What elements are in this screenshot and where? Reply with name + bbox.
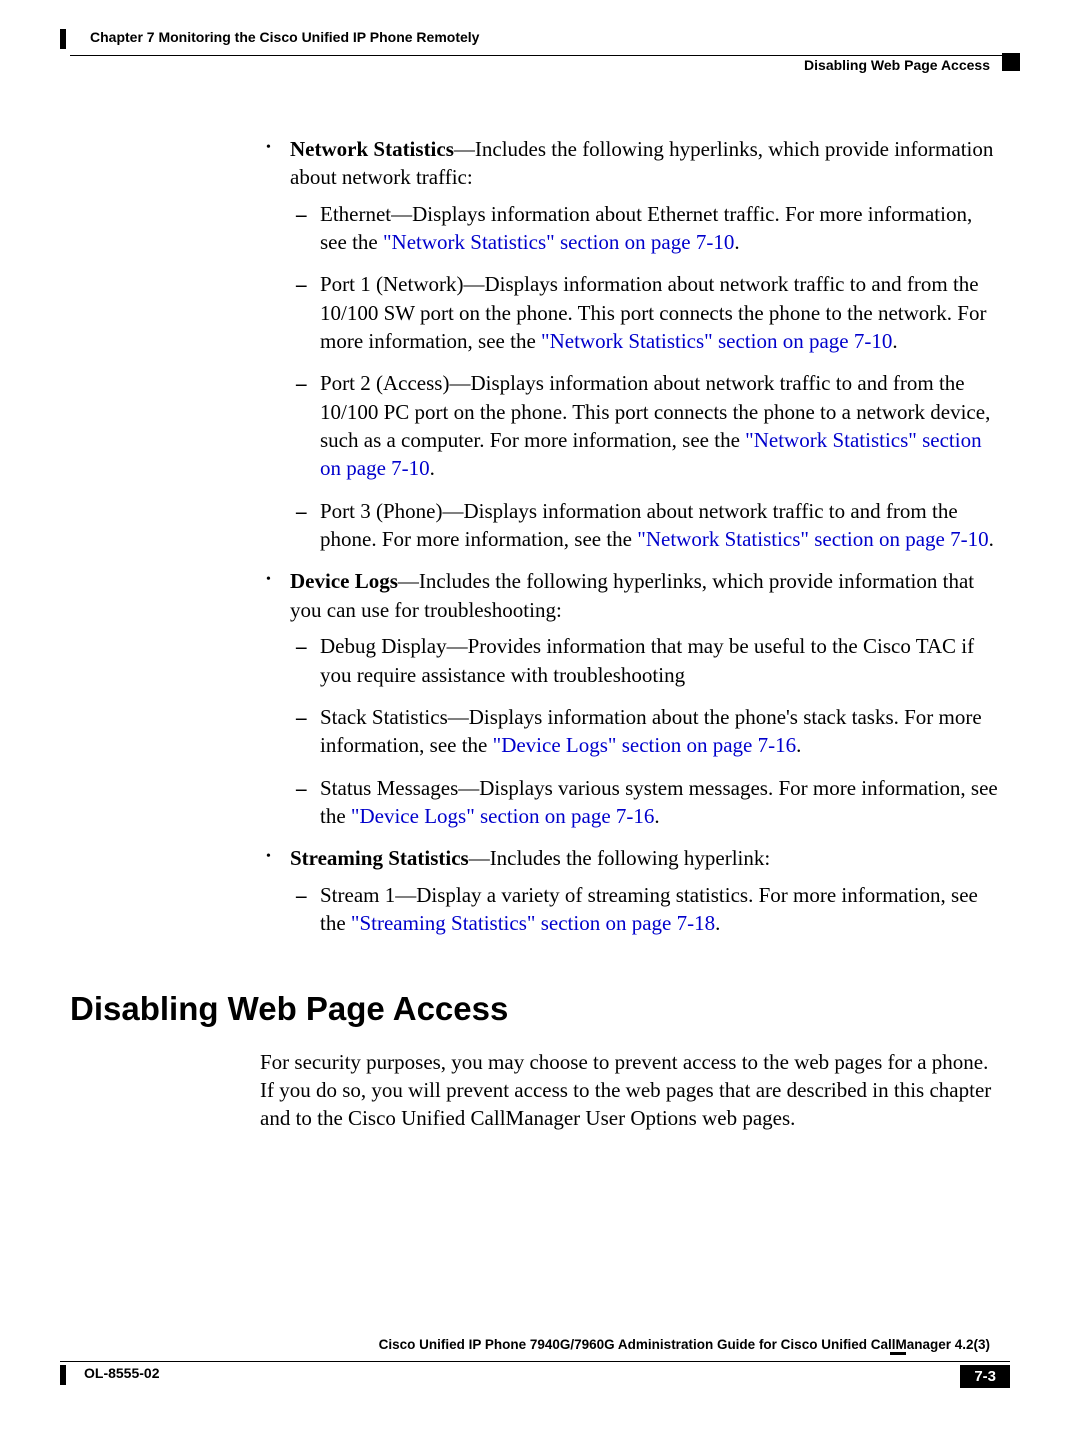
sub-list: Stream 1—Display a variety of streaming … <box>290 881 1000 938</box>
period: . <box>989 527 994 551</box>
cross-ref-link[interactable]: "Device Logs" section on page 7-16 <box>493 733 796 757</box>
footer-ol-number: OL-8555-02 <box>84 1365 165 1381</box>
period: . <box>654 804 659 828</box>
cross-ref-link[interactable]: "Network Statistics" section on page 7-1… <box>541 329 892 353</box>
document-page: Chapter 7 Monitoring the Cisco Unified I… <box>0 0 1080 1433</box>
bullet-network-statistics: Network Statistics—Includes the followin… <box>260 135 1000 553</box>
sub-text: Debug Display—Provides information that … <box>320 634 974 686</box>
sub-item-stack-stats: Stack Statistics—Displays information ab… <box>290 703 1000 760</box>
bullet-device-logs: Device Logs—Includes the following hyper… <box>260 567 1000 830</box>
cross-ref-link[interactable]: "Network Statistics" section on page 7-1… <box>383 230 734 254</box>
period: . <box>734 230 739 254</box>
header-mark-icon <box>60 29 66 49</box>
sub-item-debug: Debug Display—Provides information that … <box>290 632 1000 689</box>
sub-item-port3: Port 3 (Phone)—Displays information abou… <box>290 497 1000 554</box>
bullet-title: Network Statistics <box>290 137 454 161</box>
period: . <box>430 456 435 480</box>
bullet-streaming-stats: Streaming Statistics—Includes the follow… <box>260 844 1000 937</box>
bullet-text: —Includes the following hyperlink: <box>469 846 771 870</box>
sub-item-status-msgs: Status Messages—Displays various system … <box>290 774 1000 831</box>
cross-ref-link[interactable]: "Network Statistics" section on page 7-1… <box>637 527 988 551</box>
sub-list: Debug Display—Provides information that … <box>290 632 1000 830</box>
period: . <box>715 911 720 935</box>
sub-item-port1: Port 1 (Network)—Displays information ab… <box>290 270 1000 355</box>
period: . <box>796 733 801 757</box>
section-heading: Disabling Web Page Access <box>70 987 1000 1032</box>
page-header: Chapter 7 Monitoring the Cisco Unified I… <box>60 35 1020 75</box>
chapter-label: Chapter 7 Monitoring the Cisco Unified I… <box>90 29 485 45</box>
period: . <box>892 329 897 353</box>
page-number-tab: 7-3 <box>960 1365 1010 1388</box>
cross-ref-link[interactable]: "Streaming Statistics" section on page 7… <box>351 911 715 935</box>
header-section-label: Disabling Web Page Access <box>798 57 990 73</box>
sub-item-ethernet: Ethernet—Displays information about Ethe… <box>290 200 1000 257</box>
header-square-icon <box>1002 53 1020 71</box>
cross-ref-link[interactable]: "Device Logs" section on page 7-16 <box>351 804 654 828</box>
footer-mark-icon <box>60 1365 66 1385</box>
page-footer: Cisco Unified IP Phone 7940G/7960G Admin… <box>60 1343 1020 1393</box>
bullet-title: Device Logs <box>290 569 398 593</box>
footer-rule <box>60 1361 1010 1362</box>
section-paragraph: For security purposes, you may choose to… <box>260 1048 1000 1133</box>
sub-list: Ethernet—Displays information about Ethe… <box>290 200 1000 554</box>
footer-guide-title: Cisco Unified IP Phone 7940G/7960G Admin… <box>373 1337 990 1352</box>
top-bullet-list: Network Statistics —Includes the followin… <box>260 135 1000 937</box>
header-rule <box>70 55 1020 56</box>
sub-item-stream1: Stream 1—Display a variety of streaming … <box>290 881 1000 938</box>
body-content: Network Statistics —Includes the followin… <box>260 135 1000 1133</box>
bullet-title: Streaming Statistics <box>290 846 469 870</box>
sub-item-port2: Port 2 (Access)—Displays information abo… <box>290 369 1000 482</box>
